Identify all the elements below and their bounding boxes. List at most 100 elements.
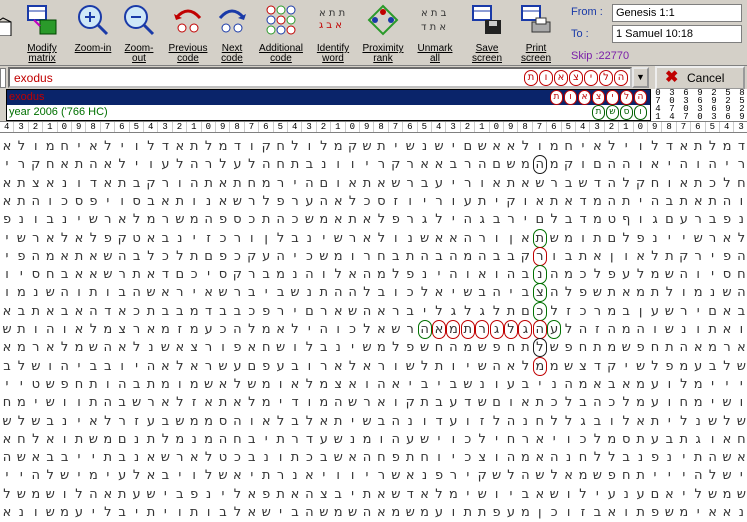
matrix-letter: ר xyxy=(320,358,328,374)
zoom-in-button[interactable]: Zoom-in xyxy=(72,2,114,64)
matrix-letter: ע xyxy=(406,431,415,447)
modify-matrix-button[interactable]: Modify matrix xyxy=(20,2,64,64)
matrix-letter: י xyxy=(207,267,211,283)
matrix-letter: ו xyxy=(653,322,657,337)
matrix-letter: כ xyxy=(248,212,256,228)
dropdown-arrow-button[interactable]: ▼ xyxy=(632,67,649,88)
matrix-letter: ם xyxy=(492,157,501,173)
matrix-letter: י xyxy=(77,212,81,228)
matrix-letter: מ xyxy=(88,468,98,484)
matrix-letter: ה xyxy=(549,450,559,466)
cancel-button[interactable]: ✖ Cancel xyxy=(655,66,745,90)
to-field[interactable]: 1 Samuel 10:18 xyxy=(612,25,742,43)
matrix-letter: ת xyxy=(693,450,703,466)
matrix-letter: ל xyxy=(161,431,170,447)
matrix-row: אלומחיאליולדאתלמדוקחלולמקשתישנשיםשאאלומח… xyxy=(0,139,747,157)
matrix-letter: ש xyxy=(477,395,487,411)
highlight-ring xyxy=(547,320,562,339)
previous-code-button[interactable]: Previous code xyxy=(166,2,210,64)
search-combobox[interactable]: exodus תואצילה xyxy=(8,67,632,88)
matrix-letter: ל xyxy=(248,322,256,337)
matrix-letter: ו xyxy=(451,193,456,209)
matrix-letter: ל xyxy=(348,193,357,209)
matrix-letter: ד xyxy=(737,139,745,154)
matrix-letter: ה xyxy=(362,450,372,466)
matrix-letter: ה xyxy=(621,157,631,173)
matrix-letter: ר xyxy=(593,303,602,319)
ruler-digit: 7 xyxy=(533,122,548,132)
matrix-letter: י xyxy=(696,505,700,520)
matrix-letter: ל xyxy=(708,139,717,154)
matrix-letter: מ xyxy=(592,193,602,209)
matrix-letter: כ xyxy=(305,248,313,264)
dropdown-item-exodus[interactable]: exodus תואצילה xyxy=(7,90,650,105)
matrix-letter: ו xyxy=(739,193,744,209)
matrix-letter: ר xyxy=(32,340,40,356)
matrix-letter: נ xyxy=(349,431,356,447)
matrix-letter: ה xyxy=(650,193,660,209)
additional-code-button[interactable]: Additional code xyxy=(256,2,306,64)
matrix-letter: א xyxy=(362,358,372,374)
letter-matrix[interactable]: אלומחיאליולדאתלמדוקחלולמקשתישנשיםשאאלומח… xyxy=(0,133,747,522)
unmark-all-button[interactable]: ב ת א א ת ד Unmark all xyxy=(412,2,458,64)
next-code-button[interactable]: Next code xyxy=(212,2,252,64)
matrix-letter: ב xyxy=(161,303,170,319)
matrix-letter: י xyxy=(552,431,556,447)
matrix-letter: ח xyxy=(578,340,588,356)
hebrew-letter: א xyxy=(578,90,591,105)
matrix-letter: ו xyxy=(451,358,456,374)
matrix-letter: ה xyxy=(679,157,689,173)
matrix-letter: ה xyxy=(117,376,127,392)
matrix-letter: א xyxy=(535,450,545,466)
matrix-letter: ם xyxy=(319,175,329,191)
matrix-letter: מ xyxy=(189,322,199,337)
matrix-letter: י xyxy=(5,376,9,392)
matrix-letter: מ xyxy=(175,431,185,447)
matrix-letter: ט xyxy=(607,212,617,228)
matrix-letter: ר xyxy=(478,230,486,246)
book-button[interactable] xyxy=(0,2,12,64)
matrix-letter: ו xyxy=(192,193,196,209)
matrix-letter: ת xyxy=(477,505,487,520)
search-input[interactable]: exodus xyxy=(14,71,53,85)
matrix-letter: ה xyxy=(607,175,617,191)
matrix-letter: ו xyxy=(365,376,369,392)
matrix-letter: ה xyxy=(103,340,113,356)
matrix-letter: ל xyxy=(104,139,112,154)
matrix-letter: ח xyxy=(276,139,285,154)
matrix-letter: ת xyxy=(17,175,26,191)
matrix-letter: מ xyxy=(679,358,689,374)
matrix-letter: ש xyxy=(549,486,559,502)
matrix-letter: פ xyxy=(492,340,501,356)
matrix-letter: ג xyxy=(580,413,586,429)
matrix-letter: א xyxy=(405,468,415,484)
matrix-letter: נ xyxy=(292,267,298,283)
matrix-letter: ש xyxy=(45,285,55,301)
matrix-letter: ו xyxy=(192,468,196,484)
matrix-letter: ש xyxy=(463,376,473,392)
identify-word-button[interactable]: ת ת א א ב ג Identify word xyxy=(310,2,356,64)
matrix-letter: ל xyxy=(132,468,141,484)
from-field[interactable]: Genesis 1:1 xyxy=(612,4,742,22)
matrix-letter: י xyxy=(106,193,110,209)
print-screen-button[interactable]: Print screen xyxy=(514,2,558,64)
matrix-letter: א xyxy=(60,157,69,173)
matrix-letter: פ xyxy=(636,230,645,246)
matrix-letter: ל xyxy=(651,358,659,374)
matrix-letter: ת xyxy=(621,193,631,209)
proximity-rank-button[interactable]: Proximity rank xyxy=(358,2,408,64)
matrix-letter: פ xyxy=(218,212,228,228)
matrix-letter: ו xyxy=(336,175,340,191)
matrix-letter: ז xyxy=(566,303,571,319)
dropdown-item-year-2006[interactable]: year 2006 ('766 HC) תשסו xyxy=(7,105,650,120)
matrix-letter: ש xyxy=(319,505,329,520)
matrix-letter: ש xyxy=(31,358,41,374)
zoom-out-button[interactable]: Zoom-out xyxy=(118,2,160,64)
matrix-letter: ו xyxy=(350,468,355,484)
save-screen-button[interactable]: Save screen xyxy=(464,2,510,64)
previous-code-label: Previous code xyxy=(168,43,208,64)
matrix-row: השאבבייתבנאשראלטכבנותכבשאהחפתחויכצוהמאהנ… xyxy=(0,450,747,468)
matrix-letter: א xyxy=(564,193,573,209)
matrix-letter: נ xyxy=(681,322,687,337)
matrix-letter: ו xyxy=(322,267,326,283)
